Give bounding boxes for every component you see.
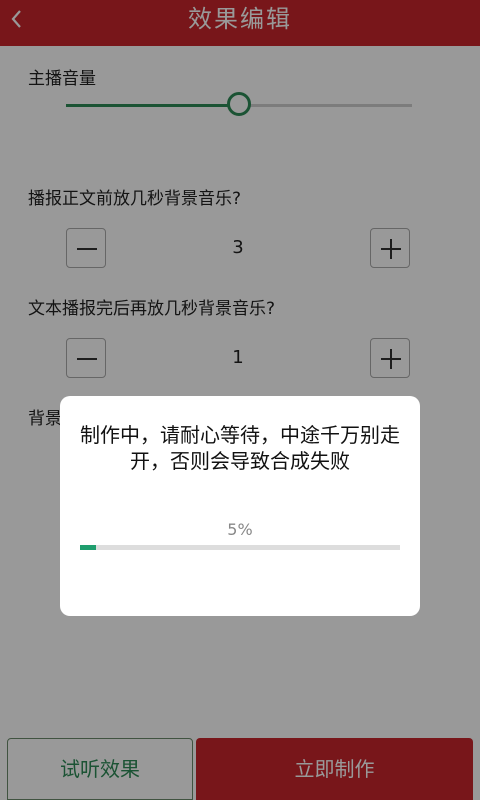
progress-bar-fill [80, 545, 96, 550]
progress-percent: 5% [227, 520, 253, 539]
dialog-message: 制作中，请耐心等待，中途千万别走开，否则会导致合成失败 [80, 423, 400, 473]
progress-bar [80, 545, 400, 550]
progress-dialog: 制作中，请耐心等待，中途千万别走开，否则会导致合成失败 5% [60, 396, 420, 616]
